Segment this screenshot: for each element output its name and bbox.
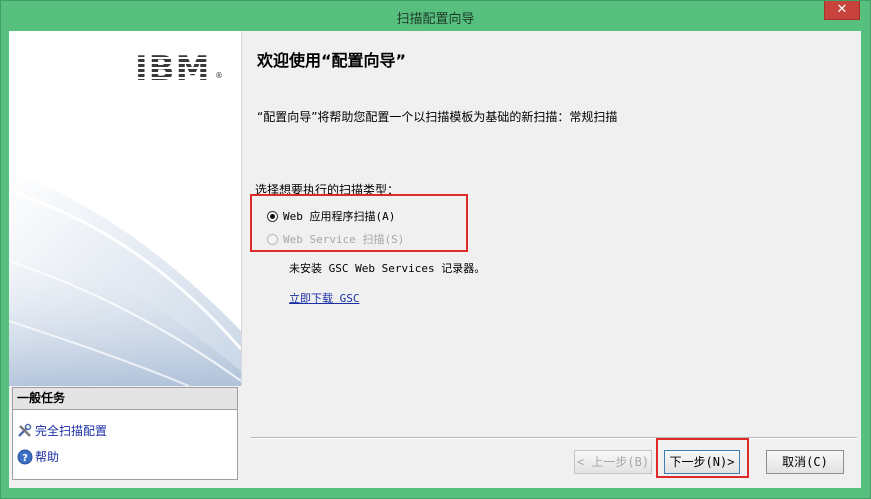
title-bar[interactable]: 扫描配置向导 ✕ bbox=[1, 1, 870, 31]
radio-web-app-scan[interactable]: Web 应用程序扫描(A) bbox=[267, 207, 395, 225]
svg-text:?: ? bbox=[22, 453, 28, 464]
task-label: 完全扫描配置 bbox=[35, 424, 108, 438]
radio-web-service-scan[interactable]: Web Service 扫描(S) bbox=[267, 230, 404, 248]
radio-label: Web Service 扫描(S) bbox=[283, 233, 405, 246]
page-title: 欢迎使用“配置向导” bbox=[257, 51, 407, 70]
radio-label: Web 应用程序扫描(A) bbox=[283, 210, 396, 223]
task-help[interactable]: ? 帮助 bbox=[17, 448, 59, 466]
radio-button-disabled[interactable] bbox=[267, 233, 278, 245]
download-gsc-link[interactable]: 立即下载 GSC bbox=[289, 290, 360, 306]
ibm-logo: IBM bbox=[135, 49, 211, 89]
common-tasks-panel: 一般任务 完全扫描配置 ? 帮助 bbox=[12, 387, 238, 480]
help-icon: ? bbox=[17, 449, 33, 465]
task-label: 帮助 bbox=[35, 450, 60, 464]
radio-button-checked[interactable] bbox=[267, 210, 278, 222]
banner-panel: IBM ® bbox=[9, 31, 242, 386]
cancel-button[interactable]: 取消(C) bbox=[766, 450, 844, 474]
common-tasks-header: 一般任务 bbox=[13, 388, 237, 410]
ibm-logo-mark: ® bbox=[215, 71, 223, 80]
wizard-window: 扫描配置向导 ✕ IBM ® 一般任务 完全扫描配置 ? 帮助 欢迎使用“配置向… bbox=[0, 0, 871, 499]
tools-icon bbox=[17, 423, 33, 439]
task-full-scan-config[interactable]: 完全扫描配置 bbox=[17, 422, 107, 440]
window-title: 扫描配置向导 bbox=[396, 12, 475, 27]
highlight-box-next bbox=[656, 438, 749, 478]
wizard-content: 欢迎使用“配置向导” “配置向导”将帮助您配置一个以扫描模板为基础的新扫描：常规… bbox=[243, 31, 861, 488]
wizard-client-area: IBM ® 一般任务 完全扫描配置 ? 帮助 欢迎使用“配置向导” “配置向导”… bbox=[9, 31, 861, 488]
wizard-description: “配置向导”将帮助您配置一个以扫描模板为基础的新扫描：常规扫描 bbox=[257, 110, 618, 124]
gsc-not-installed-note: 未安装 GSC Web Services 记录器。 bbox=[289, 262, 486, 275]
back-button[interactable]: < 上一步(B) bbox=[574, 450, 652, 474]
close-button[interactable]: ✕ bbox=[824, 1, 860, 20]
button-separator bbox=[251, 437, 857, 439]
